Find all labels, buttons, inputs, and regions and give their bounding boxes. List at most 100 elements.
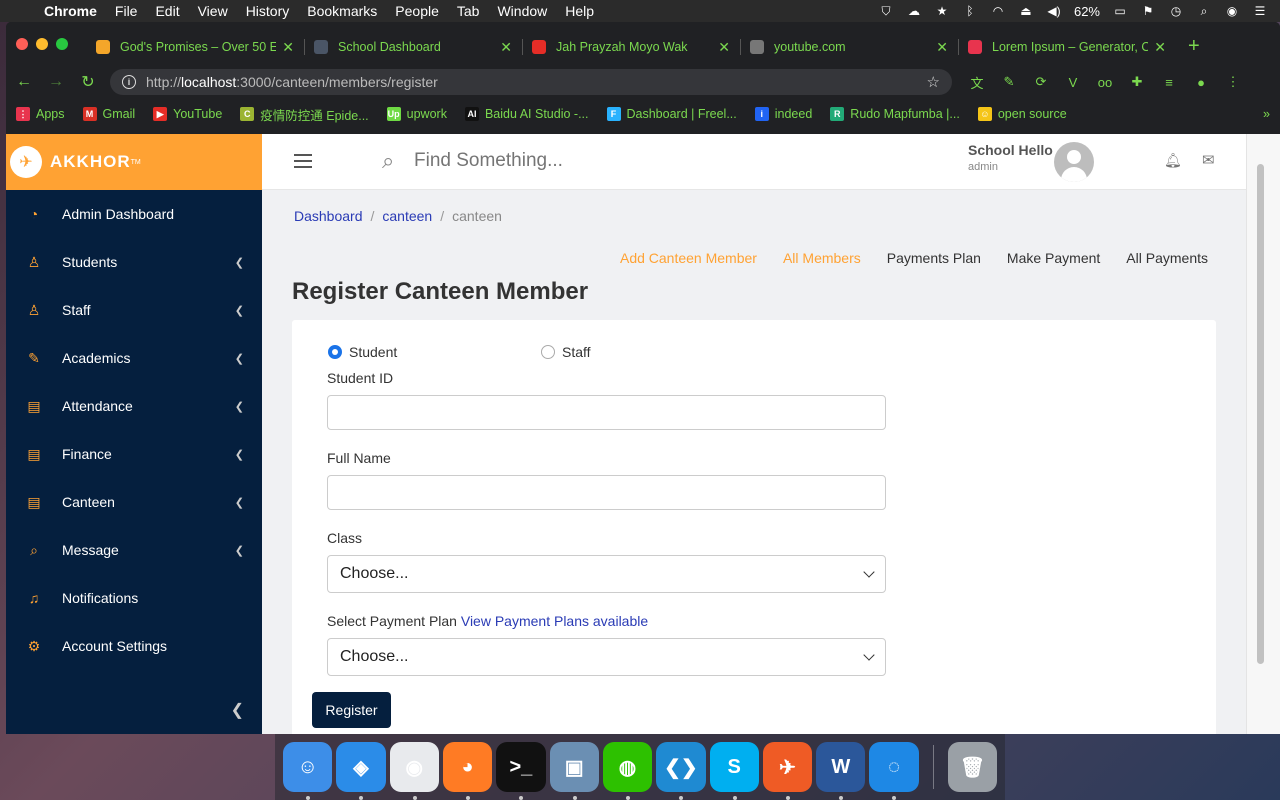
profile-avatar-icon[interactable]: ● <box>1192 73 1210 91</box>
menu-history[interactable]: History <box>237 3 299 19</box>
menu-bookmarks[interactable]: Bookmarks <box>298 3 386 19</box>
minimize-window-button[interactable] <box>36 38 48 50</box>
sidebar-item-students[interactable]: ♙ Students ❮ <box>6 238 262 286</box>
subnav-all-payments[interactable]: All Payments <box>1126 250 1208 266</box>
close-tab-icon[interactable]: ✕ <box>936 39 948 56</box>
menu-help[interactable]: Help <box>556 3 603 19</box>
close-tab-icon[interactable]: ✕ <box>282 39 294 56</box>
full-name-field[interactable] <box>327 475 886 510</box>
brand-logo[interactable]: ✈ AKKHOR TM <box>6 134 262 190</box>
maximize-window-button[interactable] <box>56 38 68 50</box>
radio-student[interactable]: Student <box>328 344 397 360</box>
word-icon[interactable]: W <box>816 742 866 800</box>
translate-extension-icon[interactable]: 文 <box>968 73 986 91</box>
postman-icon[interactable]: ✈ <box>762 742 813 800</box>
class-select[interactable]: Choose... <box>327 555 886 593</box>
media-queue-icon[interactable]: ≡ <box>1160 73 1178 91</box>
back-arrow-icon[interactable]: ← <box>14 73 34 91</box>
trash-icon[interactable]: 🗑 <box>947 742 998 792</box>
sidebar-item-account-settings[interactable]: ⚙ Account Settings <box>6 622 262 670</box>
bookmark-item[interactable]: ⋮ Apps <box>16 107 65 121</box>
subnav-payments-plan[interactable]: Payments Plan <box>887 250 981 266</box>
breadcrumb-canteen[interactable]: canteen <box>382 208 432 224</box>
bookmark-item[interactable]: M Gmail <box>82 107 135 121</box>
site-info-icon[interactable]: i <box>122 75 136 89</box>
bell-icon[interactable]: 🔔︎ <box>1164 152 1182 169</box>
browser-tab[interactable]: Jah Prayzah Moyo Wak ✕ <box>522 34 740 60</box>
bookmarks-overflow[interactable]: » <box>1263 107 1270 121</box>
payment-plan-select[interactable]: Choose... <box>327 638 886 676</box>
bluetooth-icon[interactable]: ᛒ <box>962 4 978 18</box>
close-tab-icon[interactable]: ✕ <box>1154 39 1166 56</box>
browser-tab[interactable]: youtube.com ✕ <box>740 34 958 60</box>
wechat-icon[interactable]: ◍ <box>602 742 653 800</box>
radio-student-dot[interactable] <box>328 345 342 359</box>
airplay-icon[interactable]: ⏏ <box>1018 4 1034 18</box>
bookmark-item[interactable]: Up upwork <box>386 107 447 121</box>
menu-window[interactable]: Window <box>488 3 556 19</box>
close-tab-icon[interactable]: ✕ <box>718 39 730 56</box>
reader-extension-icon[interactable]: oo <box>1096 73 1114 91</box>
page-scrollbar[interactable] <box>1246 134 1280 734</box>
student-id-field[interactable] <box>327 395 886 430</box>
menu-edit[interactable]: Edit <box>146 3 188 19</box>
preview-icon[interactable]: ▣ <box>549 742 599 800</box>
chrome-menu-icon[interactable]: ⋮ <box>1224 73 1242 91</box>
envelope-icon[interactable]: ✉ <box>1202 151 1215 169</box>
avatar[interactable] <box>1054 142 1094 182</box>
terminal-icon[interactable]: >_ <box>496 742 546 800</box>
bookmark-item[interactable]: ☺ open source <box>977 107 1067 121</box>
address-bar[interactable]: i http://localhost:3000/canteen/members/… <box>110 69 952 95</box>
collapse-sidebar-icon[interactable]: ❮ <box>231 700 244 720</box>
sidebar-item-academics[interactable]: ✎ Academics ❮ <box>6 334 262 382</box>
hamburger-menu-icon[interactable] <box>294 154 312 168</box>
bookmark-item[interactable]: R Rudo Mapfumba |... <box>830 107 960 121</box>
sidebar-item-canteen[interactable]: ▤ Canteen ❮ <box>6 478 262 526</box>
sidebar-item-attendance[interactable]: ▤ Attendance ❮ <box>6 382 262 430</box>
control-center-icon[interactable]: ☰ <box>1252 4 1268 18</box>
user-name[interactable]: School Hello <box>968 142 1053 158</box>
sidebar-item-admin-dashboard[interactable]: ◔ Admin Dashboard <box>6 190 262 238</box>
browser-tab[interactable]: God's Promises – Over 50 E ✕ <box>86 34 304 60</box>
bookmark-star-icon[interactable]: ☆ <box>927 73 940 91</box>
breadcrumb-dashboard[interactable]: Dashboard <box>294 208 363 224</box>
pen-extension-icon[interactable]: ✎ <box>1000 73 1018 91</box>
edge-icon[interactable]: ◌ <box>869 742 919 800</box>
skype-icon[interactable]: S <box>709 742 759 800</box>
menu-file[interactable]: File <box>106 3 147 19</box>
subnav-add-canteen-member[interactable]: Add Canteen Member <box>620 250 757 266</box>
browser-tab[interactable]: School Dashboard ✕ <box>304 34 522 60</box>
wifi-icon[interactable]: ◠ <box>990 4 1006 18</box>
search-input[interactable] <box>414 150 714 172</box>
vimeo-extension-icon[interactable]: V <box>1064 73 1082 91</box>
new-tab-button[interactable]: + <box>1188 36 1200 56</box>
close-window-button[interactable] <box>16 38 28 50</box>
sync-extension-icon[interactable]: ⟳ <box>1032 73 1050 91</box>
chrome-icon[interactable]: ◉ <box>389 742 439 800</box>
sidebar-item-finance[interactable]: ▤ Finance ❮ <box>6 430 262 478</box>
volume-icon[interactable]: ◀) <box>1046 4 1062 18</box>
subnav-make-payment[interactable]: Make Payment <box>1007 250 1100 266</box>
siri-icon[interactable]: ◉ <box>1224 4 1240 18</box>
finder-icon[interactable]: ☺ <box>283 742 333 800</box>
firefox-icon[interactable]: ◕ <box>442 742 493 800</box>
menu-tab[interactable]: Tab <box>448 3 489 19</box>
radio-staff[interactable]: Staff <box>541 344 591 360</box>
sidebar-item-message[interactable]: ⌕ Message ❮ <box>6 526 262 574</box>
vscode-icon[interactable]: ❮❯ <box>656 742 706 800</box>
shield-icon[interactable]: ⛉ <box>878 4 894 18</box>
scrollbar-thumb[interactable] <box>1257 164 1264 664</box>
register-button[interactable]: Register <box>312 692 391 728</box>
bookmark-item[interactable]: F Dashboard | Freel... <box>606 107 737 121</box>
bookmark-item[interactable]: i indeed <box>754 107 812 121</box>
bookmark-item[interactable]: C 疫情防控通 Epide... <box>240 105 369 124</box>
subnav-all-members[interactable]: All Members <box>783 250 861 266</box>
extensions-puzzle-icon[interactable]: ✚ <box>1128 73 1146 91</box>
bookmark-item[interactable]: ▶ YouTube <box>153 107 222 121</box>
reload-icon[interactable]: ↻ <box>78 72 98 92</box>
view-payment-plans-link[interactable]: View Payment Plans available <box>461 613 648 629</box>
creative-cloud-icon[interactable]: ☁ <box>906 4 922 18</box>
star-icon[interactable]: ★ <box>934 4 950 18</box>
sidebar-item-staff[interactable]: ♙ Staff ❮ <box>6 286 262 334</box>
menu-view[interactable]: View <box>189 3 237 19</box>
